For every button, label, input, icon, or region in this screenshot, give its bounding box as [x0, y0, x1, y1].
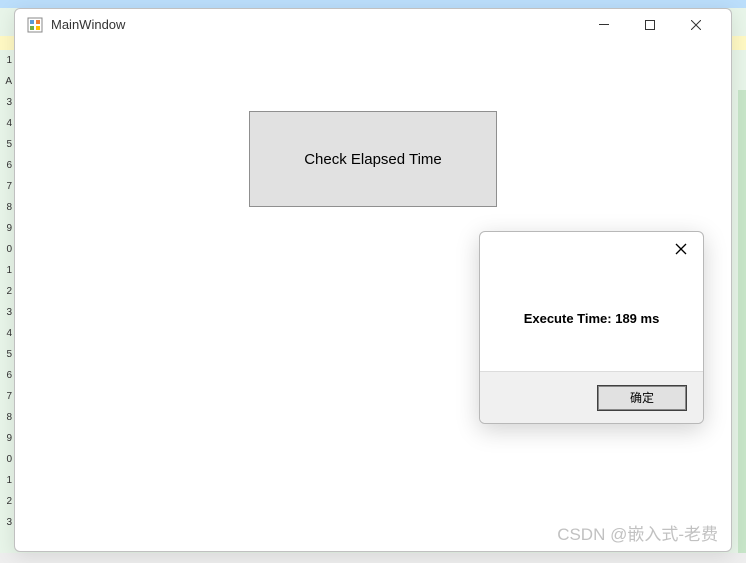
titlebar[interactable]: MainWindow — [15, 9, 731, 41]
bg-row-number: 7 — [0, 386, 12, 407]
bg-row-number: 3 — [0, 302, 12, 323]
message-box: Execute Time: 189 ms 确定 — [479, 231, 704, 424]
bg-row-number: 8 — [0, 197, 12, 218]
dialog-message: Execute Time: 189 ms — [480, 266, 703, 371]
bg-row-number: 5 — [0, 134, 12, 155]
bg-row-number: 0 — [0, 239, 12, 260]
bg-row-number: 9 — [0, 218, 12, 239]
window-controls — [581, 10, 719, 40]
bg-row-number: 1 — [0, 470, 12, 491]
bg-row-number: 9 — [0, 428, 12, 449]
bg-row-number: 2 — [0, 281, 12, 302]
bg-row-number: 4 — [0, 113, 12, 134]
close-button[interactable] — [673, 10, 719, 40]
dialog-footer: 确定 — [480, 371, 703, 423]
bg-row-number: 6 — [0, 365, 12, 386]
bg-row-number: 7 — [0, 176, 12, 197]
maximize-button[interactable] — [627, 10, 673, 40]
app-icon — [27, 17, 43, 33]
bg-row-numbers: 1A345678901234567890123 — [0, 50, 14, 553]
bg-row-number: 2 — [0, 491, 12, 512]
bg-row-number: 0 — [0, 449, 12, 470]
bg-row-number: 3 — [0, 512, 12, 533]
bg-row-number: 1 — [0, 260, 12, 281]
bg-right-column — [738, 90, 746, 553]
window-title: MainWindow — [51, 17, 581, 32]
bg-row-number: 6 — [0, 155, 12, 176]
watermark-text: CSDN @嵌入式-老费 — [557, 520, 718, 545]
bg-bottom-bar — [0, 553, 746, 563]
bg-header-blue — [0, 0, 746, 8]
dialog-close-button[interactable] — [671, 239, 691, 259]
bg-row-number: 4 — [0, 323, 12, 344]
bg-row-number: 5 — [0, 344, 12, 365]
bg-row-number: 3 — [0, 92, 12, 113]
bg-row-number: A — [0, 71, 12, 92]
check-elapsed-time-button[interactable]: Check Elapsed Time — [249, 111, 497, 207]
bg-row-number: 8 — [0, 407, 12, 428]
ok-button[interactable]: 确定 — [597, 385, 687, 411]
bg-row-number: 1 — [0, 50, 12, 71]
window-content: Check Elapsed Time — [15, 41, 731, 207]
dialog-titlebar[interactable] — [480, 232, 703, 266]
minimize-button[interactable] — [581, 10, 627, 40]
